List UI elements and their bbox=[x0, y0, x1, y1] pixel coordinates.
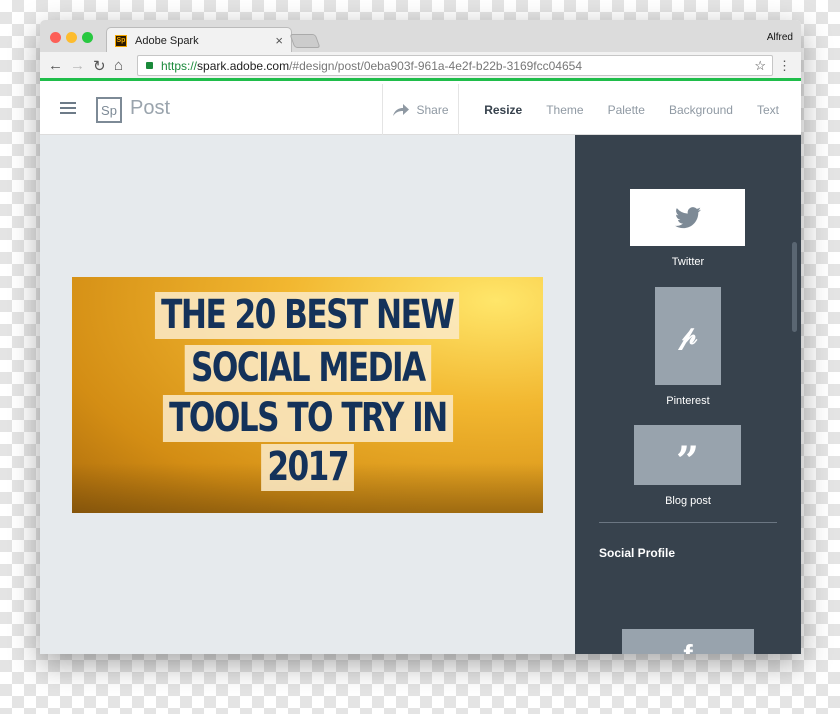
size-label: Twitter bbox=[671, 256, 705, 268]
size-label: Pinterest bbox=[666, 395, 710, 407]
headline-text: SOCIAL MEDIA bbox=[184, 345, 431, 392]
size-twitter[interactable] bbox=[630, 189, 745, 246]
close-tab-icon[interactable]: × bbox=[275, 33, 283, 48]
facebook-icon: f bbox=[683, 639, 692, 654]
tab-background[interactable]: Background bbox=[669, 103, 733, 117]
quote-icon: ” bbox=[675, 438, 699, 485]
tab-resize[interactable]: Resize bbox=[484, 103, 522, 117]
home-icon[interactable]: ⌂ bbox=[114, 57, 123, 74]
lock-icon bbox=[146, 62, 153, 69]
tab-theme[interactable]: Theme bbox=[546, 103, 583, 117]
share-button[interactable]: Share bbox=[382, 84, 459, 135]
post-graphic[interactable]: THE 20 BEST NEW SOCIAL MEDIA TOOLS TO TR… bbox=[72, 277, 543, 513]
browser-tab[interactable]: Sp Adobe Spark × bbox=[106, 27, 292, 53]
toolbar: ← → ↻ ⌂ https://spark.adobe.com/#design/… bbox=[40, 52, 801, 81]
size-pinterest[interactable]: 𝓅 bbox=[655, 287, 721, 385]
divider bbox=[599, 522, 777, 523]
new-tab-button[interactable] bbox=[289, 34, 321, 48]
design-canvas: THE 20 BEST NEW SOCIAL MEDIA TOOLS TO TR… bbox=[40, 135, 575, 654]
hamburger-menu-icon[interactable] bbox=[60, 102, 76, 114]
reload-icon[interactable]: ↻ bbox=[93, 57, 106, 75]
twitter-icon bbox=[674, 206, 701, 228]
url-host: spark.adobe.com bbox=[197, 58, 290, 73]
share-arrow-icon bbox=[393, 103, 410, 116]
headline-line: SOCIAL MEDIA bbox=[72, 345, 543, 392]
app-header: Sp Post Share Resize Theme Palette Backg… bbox=[40, 84, 801, 135]
browser-menu-icon[interactable]: ⋮ bbox=[778, 58, 791, 74]
tab-title: Adobe Spark bbox=[135, 34, 199, 47]
headline-line: 2017 bbox=[72, 444, 543, 491]
profile-name[interactable]: Alfred bbox=[767, 32, 793, 43]
url-scheme: https:// bbox=[161, 58, 198, 73]
back-icon[interactable]: ← bbox=[48, 57, 63, 74]
page-title: Post bbox=[130, 97, 171, 119]
headline-text: TOOLS TO TRY IN bbox=[162, 395, 453, 442]
tab-bar: Sp Adobe Spark × Alfred bbox=[40, 20, 801, 53]
zoom-window-button[interactable] bbox=[82, 32, 93, 43]
tab-text[interactable]: Text bbox=[757, 103, 779, 117]
headline-line: THE 20 BEST NEW bbox=[72, 292, 543, 339]
favicon: Sp bbox=[115, 34, 127, 47]
size-blog-post[interactable]: ” bbox=[634, 425, 741, 485]
minimize-window-button[interactable] bbox=[66, 32, 77, 43]
close-window-button[interactable] bbox=[50, 32, 61, 43]
browser-window: Sp Adobe Spark × Alfred ← → ↻ ⌂ https://… bbox=[40, 20, 801, 654]
tab-palette[interactable]: Palette bbox=[608, 103, 645, 117]
resize-panel: Twitter 𝓅 Pinterest ” Blog post Social P… bbox=[575, 135, 801, 654]
bookmark-star-icon[interactable]: ☆ bbox=[754, 58, 766, 74]
pinterest-icon: 𝓅 bbox=[678, 320, 698, 351]
share-label: Share bbox=[416, 102, 449, 117]
size-facebook[interactable]: f bbox=[622, 629, 754, 654]
url-path: /#design/post/0eba903f-961a-4e2f-b22b-31… bbox=[289, 58, 582, 73]
address-bar[interactable]: https://spark.adobe.com/#design/post/0eb… bbox=[137, 55, 773, 76]
forward-icon[interactable]: → bbox=[70, 57, 85, 74]
design-menu: Resize Theme Palette Background Text bbox=[484, 84, 779, 135]
section-title: Social Profile bbox=[599, 546, 676, 560]
headline-line: TOOLS TO TRY IN bbox=[72, 395, 543, 442]
headline-text: THE 20 BEST NEW bbox=[155, 292, 460, 339]
panel-scrollbar[interactable] bbox=[792, 242, 797, 332]
headline-text: 2017 bbox=[260, 444, 355, 491]
spark-logo: Sp bbox=[96, 97, 122, 123]
size-label: Blog post bbox=[665, 495, 711, 507]
